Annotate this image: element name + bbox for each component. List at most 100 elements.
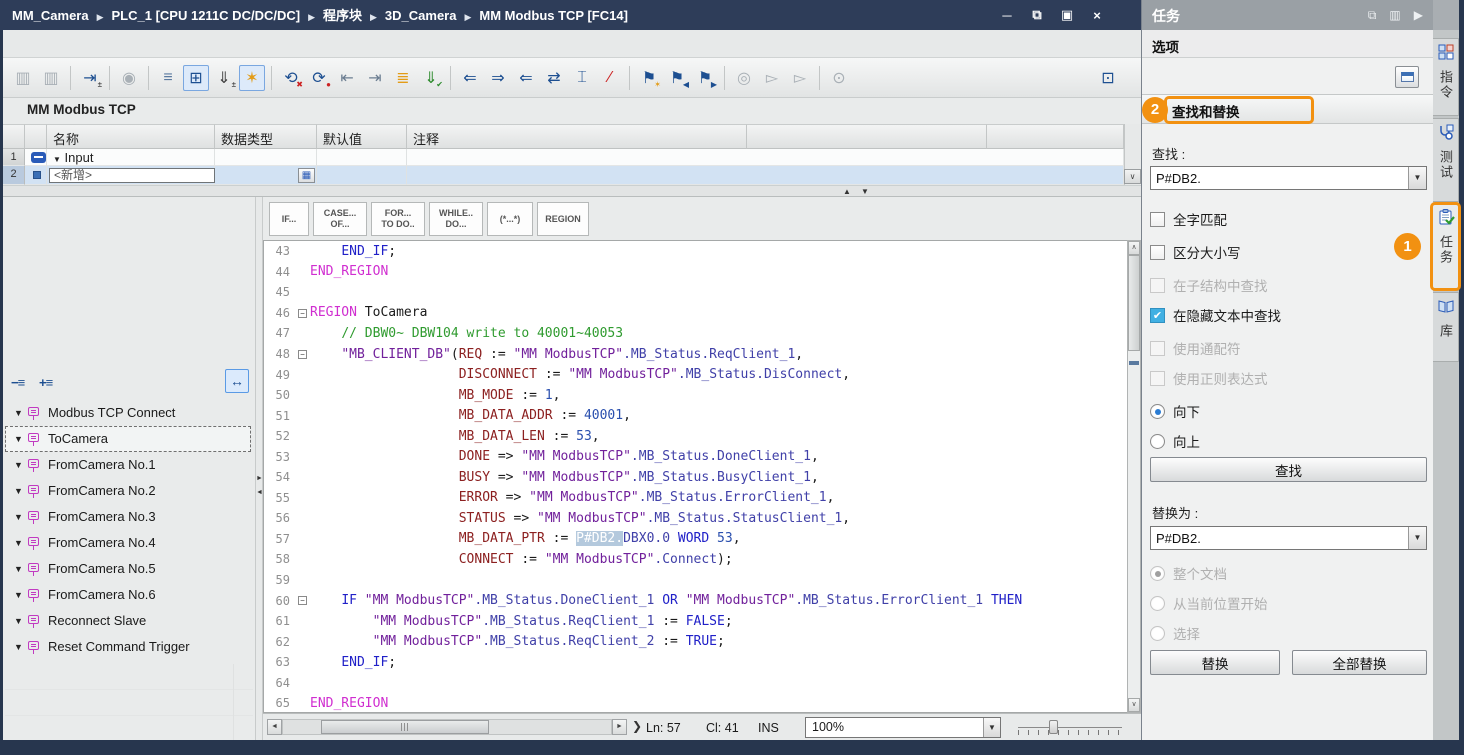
zoom-select[interactable]: 100% ▼ [805, 717, 1001, 738]
replace-value[interactable]: P#DB2. [1151, 527, 1408, 549]
scroll-left-button[interactable]: ◄ [267, 719, 282, 735]
replace-button[interactable]: 替换 [1150, 650, 1280, 675]
snippet-button[interactable]: FOR... TO DO.. [371, 202, 425, 236]
tree-item[interactable]: ▼FromCamera No.4 [5, 530, 251, 556]
restore-button[interactable]: ⧉ [1029, 7, 1045, 23]
minimize-button[interactable]: ─ [999, 8, 1015, 23]
open-all-blocks-icon[interactable]: ⇥± [77, 65, 103, 91]
snippet-button[interactable]: WHILE.. DO... [429, 202, 483, 236]
fold-toggle[interactable]: − [298, 309, 307, 318]
expand-arrow-icon[interactable]: ▼ [6, 616, 24, 626]
set-bookmark-icon[interactable]: ⚑✶ [636, 65, 662, 91]
panel-columns-icon[interactable]: ▥ [1389, 8, 1400, 23]
collapse-panel-icon[interactable]: ▶ [1414, 8, 1423, 23]
outdent-icon[interactable]: ⇐ [513, 65, 539, 91]
code-editor[interactable]: 43 END_IF;44END_REGION4546−REGION ToCame… [263, 240, 1127, 713]
search-direction-radio-row[interactable]: 向上 [1150, 432, 1200, 450]
dropdown-arrow-icon[interactable]: ▼ [1408, 527, 1426, 549]
scrollbar-thumb[interactable] [1128, 255, 1140, 351]
format-code-icon[interactable]: ⇄ [541, 65, 567, 91]
tree-item[interactable]: ▼FromCamera No.5 [5, 556, 251, 582]
call-structure-icon[interactable]: ≣ [390, 65, 416, 91]
tree-item[interactable]: ▼Reconnect Slave [5, 608, 251, 634]
sidebar-tab-4[interactable]: 库 [1433, 292, 1459, 362]
scroll-right-button[interactable]: ► [612, 719, 627, 735]
find-option-checkbox-row[interactable]: 区分大小写 [1150, 243, 1241, 261]
tree-item[interactable]: ▼FromCamera No.2 [5, 478, 251, 504]
previous-network-icon[interactable]: ⇐ [457, 65, 483, 91]
tree-item[interactable]: ▼Modbus TCP Connect [5, 400, 251, 426]
expand-arrow-icon[interactable]: ▼ [6, 538, 24, 548]
zoom-slider-thumb[interactable] [1049, 720, 1058, 734]
tree-item[interactable]: ▼FromCamera No.1 [5, 452, 251, 478]
find-input[interactable]: P#DB2. ▼ [1150, 166, 1427, 190]
splitter-handle-icon[interactable]: ◄ [256, 489, 263, 496]
expander-icon[interactable]: ❯ [632, 719, 642, 733]
next-bookmark-icon[interactable]: ⚑▶ [692, 65, 718, 91]
horizontal-scrollbar[interactable] [282, 719, 612, 735]
splitter-handle-icon[interactable]: ► [256, 475, 263, 482]
snippet-button[interactable]: IF... [269, 202, 309, 236]
interface-row-input[interactable]: ▼ Input [47, 149, 215, 166]
fold-toggle[interactable]: − [298, 350, 307, 359]
split-editor-button[interactable]: ↔ [225, 369, 249, 393]
expand-arrow-icon[interactable]: ▼ [6, 486, 24, 496]
symbolic-view-icon[interactable]: ⊞ [183, 65, 209, 91]
tree-item[interactable]: ▼FromCamera No.6 [5, 582, 251, 608]
absolute-operands-icon[interactable]: ≡ [155, 65, 181, 91]
snippet-button[interactable]: (*...*) [487, 202, 533, 236]
datatype-picker-button[interactable]: ▦ [298, 168, 315, 183]
previous-bookmark-icon[interactable]: ⚑◀ [664, 65, 690, 91]
float-panel-icon[interactable]: ⧉ [1368, 8, 1377, 23]
sidebar-tab-2[interactable]: 测试 [1433, 118, 1459, 202]
splitter-up-icon[interactable]: ▲ [843, 187, 851, 197]
expand-arrow-icon[interactable]: ▼ [6, 642, 24, 652]
window-layout-button[interactable] [1395, 66, 1419, 88]
replace-input[interactable]: P#DB2. ▼ [1150, 526, 1427, 550]
fold-toggle[interactable]: − [298, 596, 307, 605]
breadcrumb-segment[interactable]: 3D_Camera [385, 8, 457, 23]
splitter-down-icon[interactable]: ▼ [861, 187, 869, 197]
add-new-variable-input[interactable]: <新增> [49, 168, 215, 183]
breadcrumb-segment[interactable]: MM_Camera [12, 8, 89, 23]
insert-line-icon[interactable]: ⌶ [569, 65, 595, 91]
replace-all-button[interactable]: 全部替换 [1292, 650, 1427, 675]
expand-arrow-icon[interactable]: ▼ [6, 434, 24, 444]
checkbox[interactable] [1150, 245, 1165, 260]
scroll-down-button[interactable]: ∨ [1128, 698, 1140, 712]
upload-icon[interactable]: ⇤ [334, 65, 360, 91]
expand-statements-icon[interactable]: ⇓± [211, 65, 237, 91]
zoom-slider-track[interactable] [1018, 727, 1122, 728]
radio-button-selected[interactable] [1150, 404, 1165, 419]
radio-button[interactable] [1150, 434, 1165, 449]
close-all-networks-icon[interactable]: −≡ [11, 375, 24, 390]
open-all-networks-icon[interactable]: +≡ [39, 375, 52, 390]
expand-arrow-icon[interactable]: ▼ [6, 512, 24, 522]
snippet-button[interactable]: REGION [537, 202, 589, 236]
search-direction-radio-row[interactable]: 向下 [1150, 402, 1200, 420]
delete-line-icon[interactable]: ∕ [597, 65, 623, 91]
checkbox-checked[interactable]: ✔ [1150, 308, 1165, 323]
expand-arrow-icon[interactable]: ▼ [6, 408, 24, 418]
sidebar-tab-1[interactable]: 指令 [1433, 38, 1459, 116]
vertical-splitter[interactable]: ► ◄ [255, 197, 263, 740]
scrollbar-thumb[interactable] [321, 720, 489, 734]
horizontal-splitter[interactable]: ▲ ▼ [3, 185, 1141, 197]
breadcrumb-segment[interactable]: PLC_1 [CPU 1211C DC/DC/DC] [112, 8, 301, 23]
dropdown-arrow-icon[interactable]: ▼ [1408, 167, 1426, 189]
find-option-checkbox-row[interactable]: ✔在隐藏文本中查找 [1150, 306, 1281, 324]
expand-arrow-icon[interactable]: ▼ [6, 590, 24, 600]
tree-item[interactable]: ▼ToCamera [5, 426, 251, 452]
tree-item[interactable]: ▼Reset Command Trigger [5, 634, 251, 660]
expand-arrow-icon[interactable]: ▼ [6, 460, 24, 470]
expand-arrow-icon[interactable]: ▼ [6, 564, 24, 574]
snippet-button[interactable]: CASE... OF... [313, 202, 367, 236]
favorites-icon[interactable]: ✶ [239, 65, 265, 91]
compile-icon[interactable]: ⇓✔ [418, 65, 444, 91]
dropdown-arrow-icon[interactable]: ▼ [983, 718, 1000, 737]
close-button[interactable]: × [1089, 8, 1105, 23]
breadcrumb-segment[interactable]: 程序块 [323, 8, 362, 23]
table-scroll-down-button[interactable]: ∨ [1124, 169, 1141, 184]
maximize-button[interactable]: ▣ [1059, 7, 1075, 23]
checkbox[interactable] [1150, 212, 1165, 227]
